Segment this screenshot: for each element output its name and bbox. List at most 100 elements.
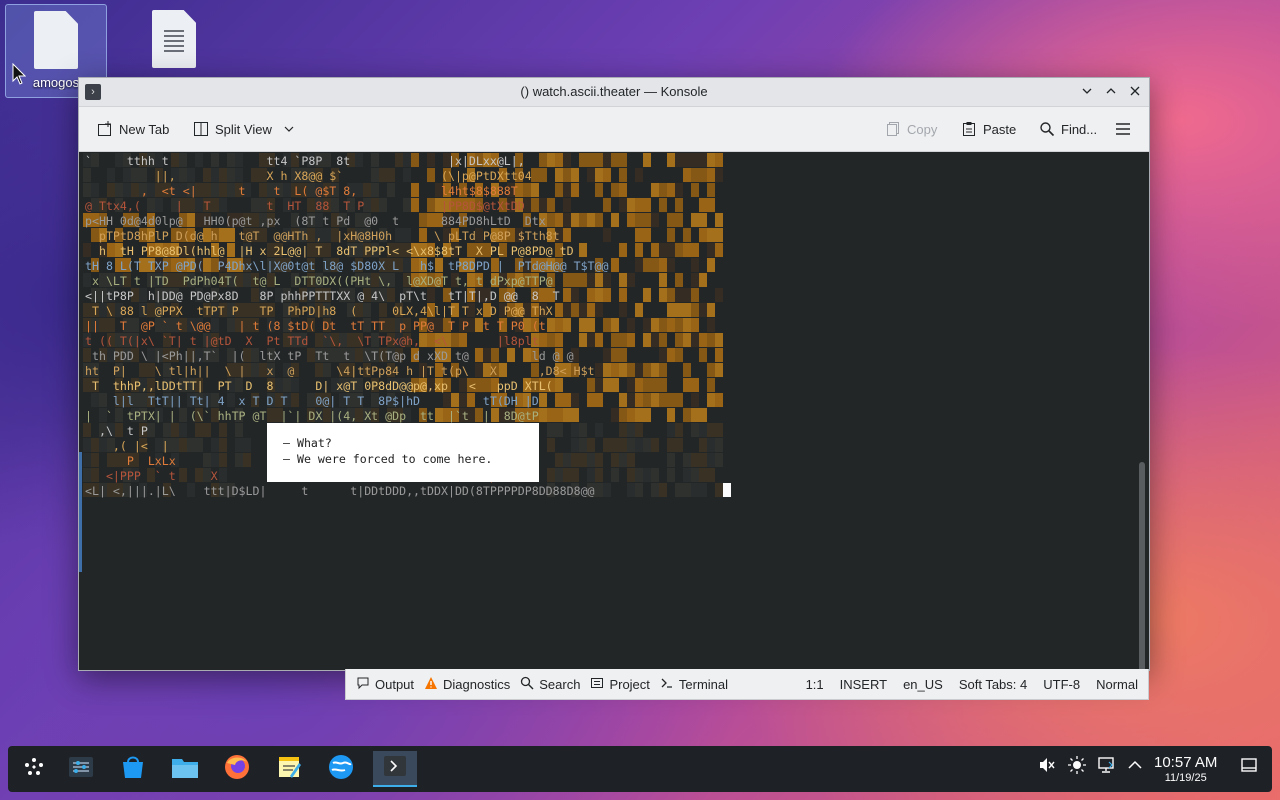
task-kate[interactable] <box>269 751 309 787</box>
show-desktop-icon[interactable] <box>1240 756 1258 778</box>
pixel-block <box>683 468 691 482</box>
pixel-block <box>539 393 547 407</box>
pixel-block <box>699 483 707 497</box>
application-launcher-button[interactable] <box>14 751 54 787</box>
hamburger-menu-button[interactable] <box>1115 117 1131 141</box>
subtitle-line: – We were forced to come here. <box>283 452 493 466</box>
pixel-block <box>699 168 707 182</box>
new-tab-button[interactable]: New Tab <box>97 117 169 141</box>
task-system-settings[interactable] <box>61 751 101 787</box>
digital-clock[interactable]: 10:57 AM 11/19/25 <box>1154 754 1217 784</box>
pixel-block <box>563 468 571 482</box>
pixel-block <box>603 438 611 452</box>
find-button[interactable]: Find... <box>1039 117 1097 141</box>
pixel-block <box>699 198 707 212</box>
chevron-down-icon[interactable] <box>284 122 294 137</box>
task-konsole[interactable] <box>373 751 417 787</box>
pixel-block <box>707 183 715 197</box>
task-browser[interactable] <box>321 751 361 787</box>
pixel-block <box>603 348 611 362</box>
pixel-block <box>595 303 603 317</box>
pixel-block <box>643 258 651 272</box>
pixel-block <box>555 183 563 197</box>
folder-icon <box>171 754 199 785</box>
pixel-block <box>659 363 667 377</box>
close-button[interactable] <box>1125 82 1145 102</box>
indentation-setting[interactable]: Soft Tabs: 4 <box>959 677 1027 692</box>
pixel-block <box>643 333 651 347</box>
pixel-block <box>587 438 595 452</box>
pixel-block <box>683 153 691 167</box>
diagnostics-tab[interactable]: Diagnostics <box>424 676 510 693</box>
pixel-block <box>555 468 563 482</box>
pixel-block <box>707 423 715 437</box>
subtitle-line: – What? <box>283 436 332 450</box>
project-tab[interactable]: Project <box>590 676 650 693</box>
pixel-block <box>595 183 603 197</box>
encoding[interactable]: UTF-8 <box>1043 677 1080 692</box>
pixel-block <box>643 393 651 407</box>
pixel-block <box>627 408 635 422</box>
edit-mode[interactable]: INSERT <box>840 677 887 692</box>
pixel-block <box>627 453 635 467</box>
pixel-block <box>675 318 683 332</box>
search-tab[interactable]: Search <box>520 676 580 693</box>
pixel-block <box>579 243 587 257</box>
terminal-view[interactable]: ` tthh t tt4 `P8P 8t |x|DLxx@L|, ||, X h… <box>79 152 1149 670</box>
pixel-block <box>555 303 563 317</box>
pixel-block <box>667 408 675 422</box>
pixel-block <box>683 168 691 182</box>
window-title: () watch.ascii.theater — Konsole <box>520 84 708 99</box>
pixel-block <box>707 258 715 272</box>
volume-muted-icon[interactable] <box>1038 756 1056 778</box>
pixel-block <box>675 183 683 197</box>
pixel-block <box>651 243 659 257</box>
output-tab[interactable]: Output <box>356 676 414 693</box>
pixel-block <box>675 348 683 362</box>
network-wired-icon[interactable] <box>1097 756 1115 778</box>
pixel-block <box>683 288 691 302</box>
pixel-block <box>595 468 603 482</box>
dictionary-language[interactable]: en_US <box>903 677 943 692</box>
split-view-icon <box>193 121 209 137</box>
pixel-block <box>651 393 659 407</box>
pixel-block <box>627 378 635 392</box>
pixel-block <box>707 453 715 467</box>
pixel-block <box>683 483 691 497</box>
terminal-line: x \LT t |TD PdPh04T( t@ L DTT0DX((PHt \,… <box>85 274 553 288</box>
split-view-button[interactable]: Split View <box>193 117 294 141</box>
pixel-block <box>707 468 715 482</box>
input-mode[interactable]: Normal <box>1096 677 1138 692</box>
title-bar[interactable]: › () watch.ascii.theater — Konsole <box>79 78 1149 107</box>
paste-button[interactable]: Paste <box>961 117 1016 141</box>
task-firefox[interactable] <box>217 751 257 787</box>
copy-button[interactable]: Copy <box>885 117 937 141</box>
minimize-button[interactable] <box>1077 82 1097 102</box>
chevron-up-icon[interactable] <box>1126 756 1144 778</box>
pixel-block <box>587 288 595 302</box>
pixel-block <box>699 333 707 347</box>
cursor-position[interactable]: 1:1 <box>806 677 824 692</box>
pixel-block <box>619 348 627 362</box>
pixel-block <box>603 168 611 182</box>
project-label: Project <box>609 676 650 692</box>
warning-icon <box>424 676 438 693</box>
pixel-block <box>619 183 627 197</box>
pixel-block <box>675 438 683 452</box>
scrollbar[interactable] <box>1139 462 1145 670</box>
toolbar: New Tab Split View Copy Paste Find... <box>79 107 1149 152</box>
pixel-block <box>691 213 699 227</box>
pixel-block <box>643 228 651 242</box>
maximize-button[interactable] <box>1101 82 1121 102</box>
pixel-block <box>715 153 723 167</box>
pixel-block <box>627 333 635 347</box>
pixel-block <box>587 453 595 467</box>
pixel-block <box>571 468 579 482</box>
pixel-block <box>595 483 603 497</box>
terminal-tab[interactable]: Terminal <box>660 676 728 693</box>
task-file-manager[interactable] <box>165 751 205 787</box>
brightness-icon[interactable] <box>1068 756 1086 778</box>
pixel-block <box>667 288 675 302</box>
pixel-block <box>675 198 683 212</box>
task-discover[interactable] <box>113 751 153 787</box>
